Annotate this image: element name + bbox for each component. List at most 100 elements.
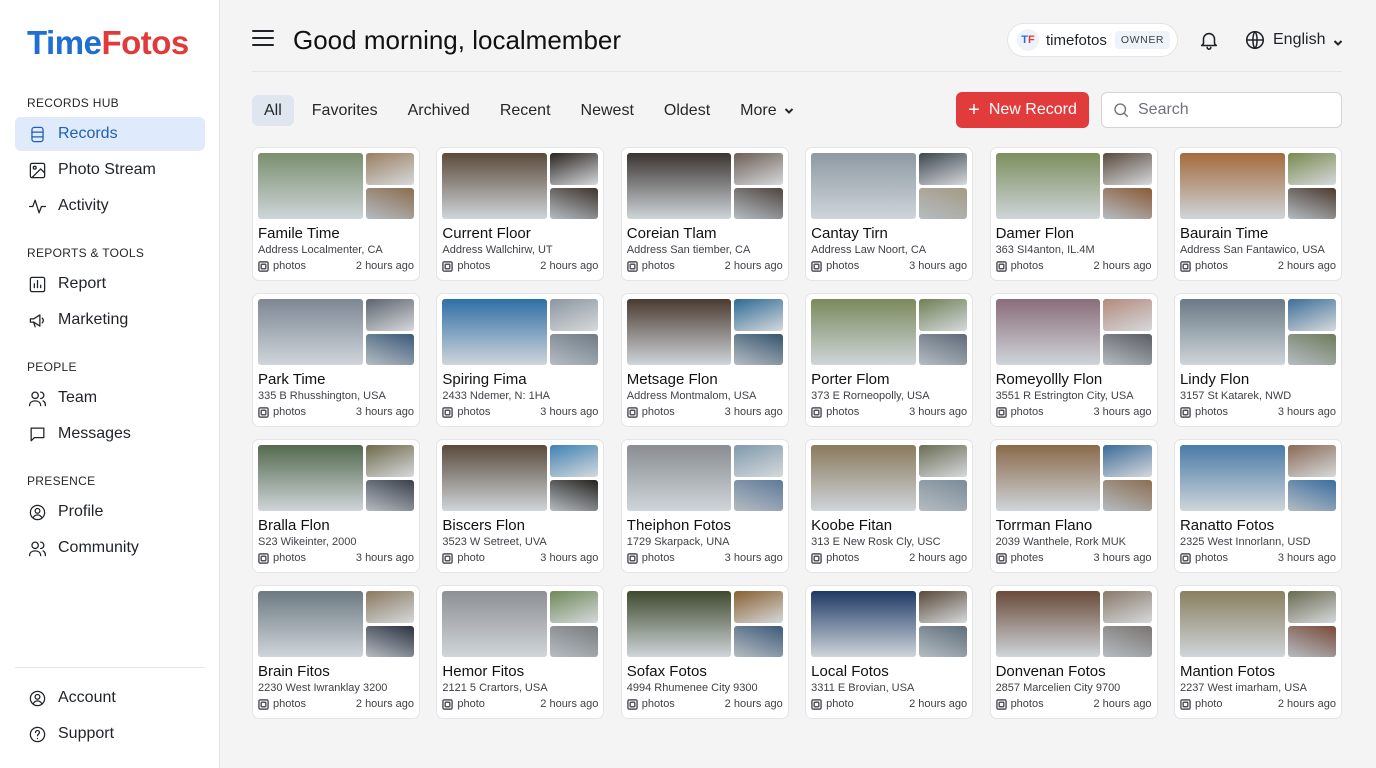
- tab-more[interactable]: More: [728, 95, 805, 126]
- new-record-button[interactable]: + New Record: [956, 92, 1089, 128]
- bar-chart-icon: [27, 274, 47, 294]
- record-card[interactable]: Metsage Flon Address Montmalom, USA phot…: [620, 293, 789, 427]
- sidebar-item-messages[interactable]: Messages: [15, 417, 205, 451]
- menu-icon[interactable]: [252, 30, 274, 50]
- sidebar-item-activity[interactable]: Activity: [15, 189, 205, 223]
- media-label: photos: [641, 698, 675, 710]
- thumbnail-column: [1287, 591, 1336, 657]
- tab-archived[interactable]: Archived: [396, 95, 482, 126]
- record-card[interactable]: Cantay Tirn Address Law Noort, CA photos…: [805, 147, 974, 281]
- tab-oldest[interactable]: Oldest: [652, 95, 722, 126]
- thumbnail-column: [550, 153, 599, 219]
- tab-favorites[interactable]: Favorites: [300, 95, 390, 126]
- photo-icon: [995, 260, 1007, 272]
- record-card[interactable]: Bralla Flon S23 Wikeinter, 2000 photos 3…: [252, 439, 420, 573]
- thumbnail-small: [1287, 187, 1336, 219]
- sidebar-item-report[interactable]: Report: [15, 267, 205, 301]
- record-card[interactable]: Ranatto Fotos 2325 West Innorlann, USD p…: [1173, 439, 1342, 573]
- record-title: Theiphon Fotos: [626, 517, 732, 534]
- timefotos-logo[interactable]: TimeFotos: [27, 24, 189, 62]
- sidebar-item-account[interactable]: Account: [15, 681, 205, 715]
- thumbnail-small: [550, 299, 599, 331]
- records-grid: Famile Time Address Localmenter, CA phot…: [252, 147, 1342, 719]
- thumbnail-group: [811, 153, 968, 219]
- record-meta: photos 3 hours ago: [995, 406, 1152, 418]
- record-card[interactable]: Local Fotos 3311 E Brovian, USA photo 2 …: [805, 585, 974, 719]
- record-title: Damer Flon: [995, 225, 1074, 242]
- tab-recent[interactable]: Recent: [488, 95, 563, 126]
- thumbnail-small: [550, 333, 599, 365]
- record-title: Porter Flom: [811, 371, 890, 388]
- record-card[interactable]: Current Floor Address Wallchirw, UT phot…: [436, 147, 605, 281]
- language-selector[interactable]: English: [1244, 29, 1343, 51]
- nav-section-people: PEOPLE Team Messages: [15, 357, 205, 453]
- sidebar-item-support[interactable]: Support: [15, 717, 205, 751]
- sidebar-item-marketing[interactable]: Marketing: [15, 303, 205, 337]
- record-timestamp: 2 hours ago: [540, 260, 599, 272]
- sidebar-item-photo-stream[interactable]: Photo Stream: [15, 153, 205, 187]
- thumbnail-small: [365, 479, 414, 511]
- sidebar-item-profile[interactable]: Profile: [15, 495, 205, 529]
- photo-icon: [811, 698, 822, 710]
- media-label: photo: [457, 698, 485, 710]
- media-label: photos: [457, 260, 491, 272]
- record-card[interactable]: Donvenan Fotos 2857 Marcelien City 9700 …: [989, 585, 1158, 719]
- media-label: photos: [1194, 260, 1228, 272]
- thumbnail-main: [442, 153, 548, 219]
- record-card[interactable]: Biscers Flon 3523 W Setreet, UVA photo 3…: [436, 439, 605, 573]
- record-card[interactable]: Baurain Time Address San Fantawico, USA …: [1173, 147, 1342, 281]
- record-card[interactable]: Lindy Flon 3157 St Katarek, NWD photos 3…: [1173, 293, 1342, 427]
- record-card[interactable]: Mantion Fotos 2237 West imarham, USA pho…: [1173, 585, 1342, 719]
- record-timestamp: 3 hours ago: [540, 552, 599, 564]
- record-card[interactable]: Coreian Tlam Address San tiember, CA pho…: [620, 147, 789, 281]
- tab-all[interactable]: All: [252, 95, 294, 126]
- thumbnail-group: [1179, 445, 1336, 511]
- record-card[interactable]: Famile Time Address Localmenter, CA phot…: [252, 147, 420, 281]
- page-title: Good morning, localmember: [293, 25, 622, 55]
- record-title: Koobe Fitan: [811, 517, 893, 534]
- thumbnail-main: [626, 445, 732, 511]
- record-address: 2237 West imarham, USA: [1179, 682, 1307, 694]
- photo-icon: [995, 406, 1007, 418]
- media-count: photo: [442, 698, 485, 710]
- record-card[interactable]: Theiphon Fotos 1729 Skarpack, UNA photos…: [620, 439, 789, 573]
- record-card[interactable]: Park Time 335 B Rhusshington, USA photos…: [252, 293, 420, 427]
- thumbnail-main: [811, 445, 916, 511]
- record-timestamp: 3 hours ago: [355, 406, 414, 418]
- account-switcher[interactable]: TF timefotos OWNER: [1007, 23, 1178, 57]
- sidebar-item-community[interactable]: Community: [15, 531, 205, 565]
- media-count: photos: [1180, 406, 1228, 418]
- section-title: PEOPLE: [27, 360, 77, 374]
- record-card[interactable]: Koobe Fitan 313 E New Rosk Cly, USC phot…: [805, 439, 974, 573]
- sidebar-item-records[interactable]: Records: [15, 117, 205, 151]
- photo-icon: [811, 260, 822, 272]
- record-title: Mantion Fotos: [1179, 663, 1275, 680]
- record-title: Bralla Flon: [258, 517, 330, 534]
- thumbnail-main: [258, 299, 363, 365]
- database-icon: [27, 124, 47, 144]
- sidebar-item-label: Community: [58, 539, 139, 556]
- thumbnail-main: [626, 299, 732, 365]
- search-input[interactable]: [1138, 101, 1328, 119]
- record-card[interactable]: Romeyollly Flon 3551 R Estrington City, …: [989, 293, 1158, 427]
- record-address: 2230 West Iwranklay 3200: [258, 682, 388, 694]
- media-label: photes: [1010, 552, 1044, 564]
- thumbnail-small: [918, 591, 968, 623]
- sidebar-item-team[interactable]: Team: [15, 381, 205, 415]
- record-card[interactable]: Sofax Fotos 4994 Rhumenee City 9300 phot…: [620, 585, 789, 719]
- thumbnail-small: [1287, 299, 1336, 331]
- thumbnail-small: [550, 479, 599, 511]
- thumbnail-group: [1179, 591, 1336, 657]
- record-card[interactable]: Torrman Flano 2039 Wanthele, Rork MUK ph…: [989, 439, 1158, 573]
- media-label: photos: [826, 260, 860, 272]
- record-card[interactable]: Hemor Fitos 2121 5 Crartors, USA photo 2…: [436, 585, 605, 719]
- tab-newest[interactable]: Newest: [569, 95, 646, 126]
- record-card[interactable]: Damer Flon 363 SI4anton, IL.4M photos 2 …: [989, 147, 1158, 281]
- record-meta: photos 2 hours ago: [811, 552, 967, 564]
- bell-icon[interactable]: [1198, 29, 1220, 51]
- media-count: photos: [811, 406, 859, 418]
- record-card[interactable]: Spiring Fima 2433 Ndemer, N: 1HA photos …: [436, 293, 605, 427]
- record-card[interactable]: Brain Fitos 2230 West Iwranklay 3200 pho…: [252, 585, 420, 719]
- media-label: photo: [1194, 698, 1223, 710]
- record-card[interactable]: Porter Flom 373 E Rorneopolly, USA photo…: [805, 293, 974, 427]
